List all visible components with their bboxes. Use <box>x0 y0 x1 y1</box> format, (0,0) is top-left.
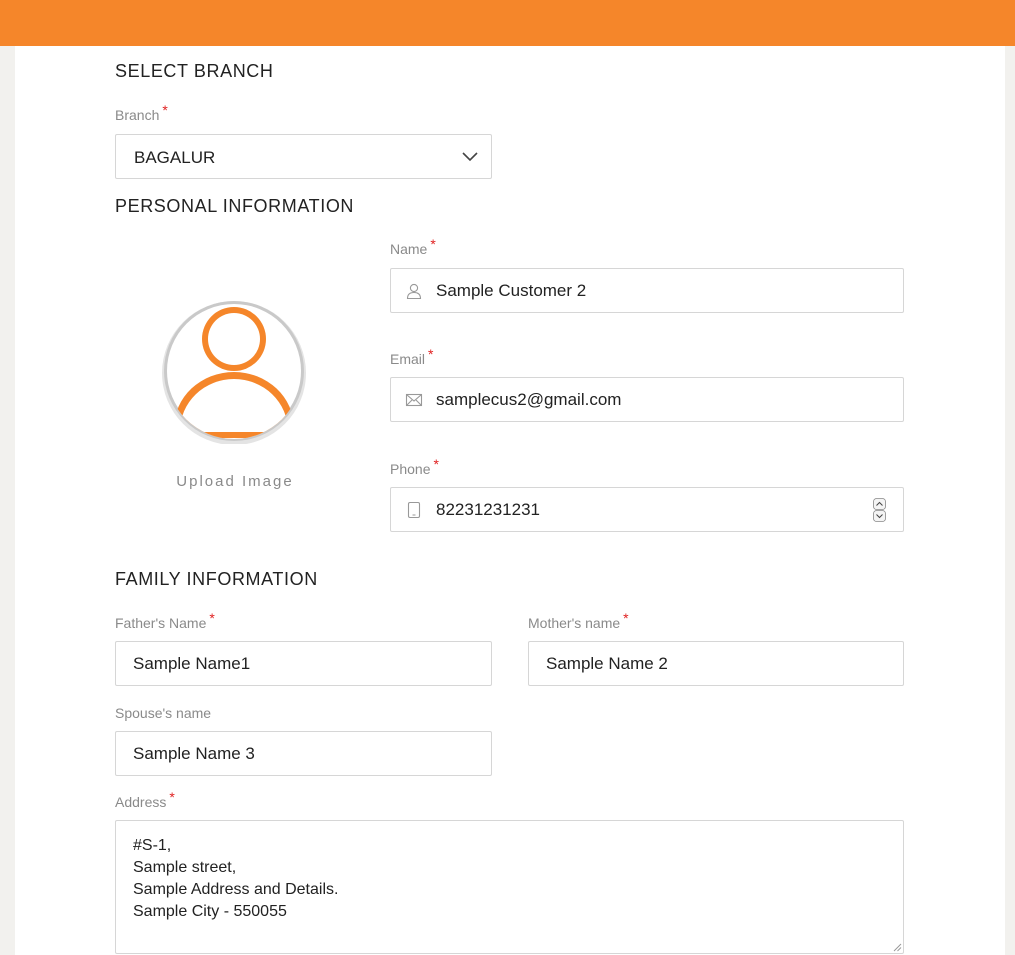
phone-input[interactable] <box>391 488 903 531</box>
phone-field[interactable] <box>390 487 904 532</box>
required-mark: * <box>433 456 439 472</box>
top-bar <box>0 0 1015 46</box>
name-label-text: Name <box>390 241 428 257</box>
branch-select-value: BAGALUR <box>134 148 216 167</box>
resize-grip-icon[interactable] <box>892 942 902 952</box>
phone-label-text: Phone <box>390 461 431 477</box>
section-title-branch: SELECT BRANCH <box>115 61 274 81</box>
mother-name-input[interactable] <box>529 642 903 685</box>
chevron-down-icon <box>462 152 478 162</box>
branch-label-text: Branch <box>115 107 160 123</box>
required-mark: * <box>430 236 436 252</box>
section-title-family: FAMILY INFORMATION <box>115 569 318 589</box>
mother-name-label-text: Mother's name <box>528 615 621 631</box>
spouse-name-field[interactable] <box>115 731 492 776</box>
spouse-name-input[interactable] <box>116 732 491 775</box>
spouse-name-label-text: Spouse's name <box>115 705 212 721</box>
email-input[interactable] <box>391 378 903 421</box>
email-label: Email * <box>390 346 433 367</box>
address-textarea[interactable]: #S-1, Sample street, Sample Address and … <box>116 821 903 953</box>
section-title-personal: PERSONAL INFORMATION <box>115 196 355 216</box>
branch-label: Branch * <box>115 102 168 123</box>
father-name-label-text: Father's Name <box>115 615 207 631</box>
mother-name-label: Mother's name * <box>528 610 629 631</box>
branch-select[interactable]: BAGALUR <box>115 134 492 179</box>
avatar-upload[interactable] <box>161 298 307 445</box>
form-card: SELECT BRANCH Branch * BAGALUR PERSONAL I… <box>15 46 1005 955</box>
name-label: Name * <box>390 236 436 257</box>
required-mark: * <box>623 610 629 626</box>
father-name-label: Father's Name * <box>115 610 215 631</box>
email-label-text: Email <box>390 351 426 367</box>
email-field[interactable] <box>390 377 904 422</box>
avatar-icon <box>162 301 306 445</box>
spouse-name-label: Spouse's name <box>115 705 211 721</box>
father-name-input[interactable] <box>116 642 491 685</box>
mother-name-field[interactable] <box>528 641 904 686</box>
name-input[interactable] <box>391 269 903 312</box>
number-stepper[interactable] <box>873 498 886 522</box>
required-mark: * <box>162 102 168 118</box>
name-field[interactable] <box>390 268 904 313</box>
phone-label: Phone * <box>390 456 439 477</box>
required-mark: * <box>169 789 175 805</box>
upload-image-label[interactable]: Upload Image <box>115 473 355 490</box>
required-mark: * <box>428 346 434 362</box>
address-label-text: Address <box>115 794 167 810</box>
address-field[interactable]: #S-1, Sample street, Sample Address and … <box>115 820 904 954</box>
father-name-field[interactable] <box>115 641 492 686</box>
required-mark: * <box>209 610 215 626</box>
address-label: Address * <box>115 789 175 810</box>
